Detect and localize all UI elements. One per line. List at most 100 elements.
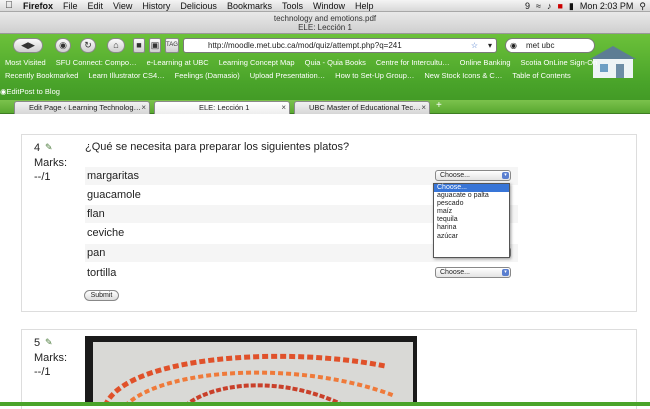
question-text: ¿Qué se necesita para preparar los sigui… [85,141,350,153]
dropdown-option[interactable]: Choose... [434,184,509,193]
marks-value: --/1 [34,366,51,378]
tab-strip: Edit Page ‹ Learning Technolog… × ELE: L… [0,100,650,114]
select-value: Choose... [440,172,470,179]
bookmark-quia[interactable]: Quia - Quia Books [300,58,371,67]
row-label: tortilla [87,267,117,279]
toolbar-icon-b[interactable]: ▣ [149,38,161,53]
answer-select[interactable]: Choose... ▾ [435,267,511,278]
back-button[interactable]: ◀▶ [13,38,43,53]
marks-label: Marks: [34,352,67,364]
match-row: tortilla Choose... ▾ [85,264,518,282]
window-titlebar: technology and emotions.pdf ELE: Lección… [0,12,650,34]
dropdown-option[interactable]: azúcar [434,233,509,241]
page-title: ELE: Lección 1 [298,23,352,32]
bookmark-feelings[interactable]: Feelings (Damasio) [170,71,245,80]
marks-label: Marks: [34,157,67,169]
tab-edit-page[interactable]: Edit Page ‹ Learning Technolog… × [14,101,150,114]
doc-title: technology and emotions.pdf [273,14,377,23]
close-tab-icon[interactable]: × [281,102,286,114]
row-label: pan [87,247,106,259]
answer-select[interactable]: Choose... ▾ [435,170,511,181]
menu-window[interactable]: Window [308,1,350,11]
close-tab-icon[interactable]: × [421,102,426,114]
close-tab-icon[interactable]: × [141,102,146,114]
tag-icon[interactable]: TAG [165,38,179,53]
search-input[interactable]: ◉ met ubc [505,38,595,53]
bookmark-concept-map[interactable]: Learning Concept Map [214,58,300,67]
answer-dropdown-list[interactable]: Choose... aguacate o palta pescado maíz … [433,183,510,258]
menu-view[interactable]: View [108,1,137,11]
spotlight-icon[interactable]: ⚲ [639,1,646,12]
dropdown-option[interactable]: pescado [434,200,509,208]
status-count[interactable]: 9 [525,1,530,11]
select-value: Choose... [440,269,470,276]
bookmark-sfu-connect[interactable]: SFU Connect: Compo… [51,58,142,67]
select-arrow-icon: ▾ [502,269,509,276]
url-dropdown-icon[interactable]: ▾ [488,39,492,52]
reload-button[interactable]: ↻ [80,38,96,53]
menu-app[interactable]: Firefox [18,1,58,11]
row-label: flan [87,208,105,220]
sfu-icon[interactable]: ◉ [55,38,71,53]
star-icon[interactable]: ☆ [471,39,478,52]
bookmarks-toolbar-2: Recently Bookmarked Learn Illustrator CS… [0,69,650,82]
toolbar-icon-a[interactable]: ■ [133,38,145,53]
row-label: ceviche [87,227,125,239]
menu-file[interactable]: File [58,1,83,11]
bookmark-scotia[interactable]: Scotia OnLine Sign-On [516,58,603,67]
tab-label: Edit Page ‹ Learning Technolog… [29,103,142,112]
dropdown-option[interactable]: aguacate o palta [434,192,509,200]
question-4: 4 ✎ Marks: --/1 ¿Qué se necesita para pr… [21,134,637,312]
tab-label: ELE: Lección 1 [199,103,250,112]
bookmark-elearning-ubc[interactable]: e-Learning at UBC [142,58,214,67]
menu-help[interactable]: Help [350,1,379,11]
submit-button[interactable]: Submit [84,290,119,301]
menu-delicious[interactable]: Delicious [175,1,222,11]
apple-icon[interactable]:  [0,0,18,11]
battery-icon[interactable]: ▮ [569,1,574,12]
volume-icon[interactable]: ♪ [547,1,552,11]
menu-clock[interactable]: Mon 2:03 PM [580,1,634,11]
row-label: guacamole [87,189,141,201]
edit-icon[interactable]: ✎ [45,142,53,153]
bookmark-recently-bookmarked[interactable]: Recently Bookmarked [0,71,83,80]
bookmark-illustrator[interactable]: Learn Illustrator CS4… [83,71,169,80]
wifi-icon[interactable]: ≈ [536,1,541,11]
question-image [85,336,417,406]
menu-tools[interactable]: Tools [277,1,308,11]
page-content: 4 ✎ Marks: --/1 ¿Qué se necesita para pr… [0,114,650,409]
bookmark-stock-icons[interactable]: New Stock Icons & C… [419,71,507,80]
menu-history[interactable]: History [137,1,175,11]
menu-bookmarks[interactable]: Bookmarks [222,1,277,11]
home-button[interactable]: ⌂ [107,38,125,53]
dropdown-option[interactable]: harina [434,224,509,232]
tab-ubc-met[interactable]: UBC Master of Educational Tec… × [294,101,430,114]
blog-post[interactable]: Post to Blog [19,87,59,96]
mac-menubar:  Firefox File Edit View History Delicio… [0,0,650,12]
bookmark-toc[interactable]: Table of Contents [507,71,575,80]
tab-leccion-1[interactable]: ELE: Lección 1 × [154,101,290,114]
flag-icon[interactable]: ■ [557,1,562,11]
url-input[interactable]: http://moodle.met.ubc.ca/mod/quiz/attemp… [183,38,497,53]
question-number: 5 [34,337,41,349]
url-text: http://moodle.met.ubc.ca/mod/quiz/attemp… [208,41,402,50]
nav-toolbar: ◀▶ ◉ ↻ ⌂ ■ ▣ TAG http://moodle.met.ubc.c… [0,34,650,56]
search-value: met ubc [526,41,555,50]
menu-edit[interactable]: Edit [83,1,109,11]
dropdown-option[interactable]: tequila [434,216,509,224]
dropdown-option[interactable]: maíz [434,208,509,216]
bookmark-most-visited[interactable]: Most Visited [0,58,51,67]
bookmark-intercultural[interactable]: Centre for Intercultu… [371,58,455,67]
tab-label: UBC Master of Educational Tec… [309,103,421,112]
new-tab-button[interactable]: + [436,100,442,111]
bookmark-group[interactable]: How to Set-Up Group… [330,71,419,80]
select-arrow-icon: ▾ [502,172,509,179]
bookmark-upload[interactable]: Upload Presentation… [245,71,330,80]
bookmark-online-banking[interactable]: Online Banking [455,58,516,67]
blog-edit[interactable]: Edit [7,87,20,96]
marks-value: --/1 [34,171,51,183]
row-label: margaritas [87,170,139,182]
search-engine-icon[interactable]: ◉ [510,39,517,52]
status-bar [0,402,650,406]
edit-icon[interactable]: ✎ [45,337,53,348]
